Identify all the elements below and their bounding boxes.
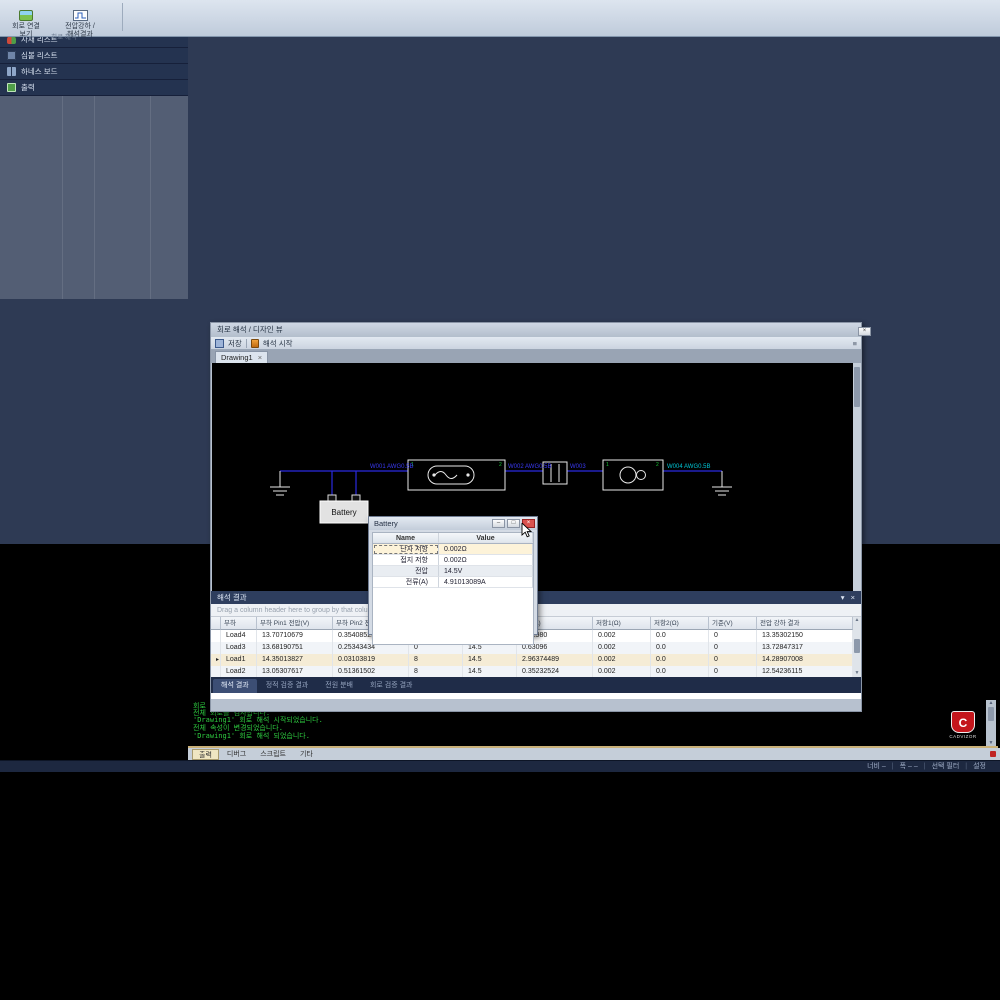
- circuit-view-icon: [19, 10, 33, 21]
- dialog-minimize-button[interactable]: –: [492, 519, 505, 528]
- ribbon: 회로 연결 보기 전압강하 / 해석결과 회로 해석: [0, 0, 1000, 37]
- battery-row-ground-resistance[interactable]: 접지 저항 0.002Ω: [373, 555, 533, 566]
- col-gutter: [211, 617, 221, 630]
- wire-label: W001 AWG0.5B: [370, 464, 413, 470]
- status-selection-filter[interactable]: 선택 필터: [932, 761, 960, 772]
- battery-terminal: [328, 495, 336, 501]
- tab-static-verification[interactable]: 정적 검증 결과: [258, 679, 317, 693]
- battery-label: Battery: [331, 508, 356, 517]
- ribbon-group-label: 회로 해석: [8, 31, 120, 41]
- col-reference[interactable]: 기준(V): [709, 617, 757, 630]
- battery-terminal: [352, 495, 360, 501]
- wire-label: W004 AWG0.5B: [667, 464, 710, 470]
- battery-dialog-titlebar[interactable]: Battery – □ ×: [369, 517, 537, 530]
- ground-symbol-right: [712, 471, 732, 495]
- tab-drawing1-label: Drawing1: [221, 353, 253, 362]
- document-toolbar: 저장 해석 시작 ≡: [211, 337, 861, 350]
- battery-row-voltage[interactable]: 전압 14.5V: [373, 566, 533, 577]
- sidebar-item-output[interactable]: 출력: [0, 80, 188, 96]
- battery-row-current[interactable]: 전류(A) 4.91013089A: [373, 577, 533, 588]
- battery-dialog: Battery – □ × Name Value 단자 저항 0.002Ω 접지…: [368, 516, 538, 635]
- cadvizor-logo-text: CADVIZOR: [944, 734, 982, 739]
- results-tabstrip: 해석 결과 정적 검증 결과 전원 분배 회로 검증 결과: [211, 677, 861, 693]
- statusbar: 너비 –| 폭 – –| 선택 필터| 설정: [0, 760, 1000, 772]
- tab-drawing1[interactable]: Drawing1 ×: [215, 351, 268, 363]
- tab-circuit-verification[interactable]: 회로 검증 결과: [362, 679, 421, 693]
- voltage-drop-button[interactable]: 전압강하 / 해석결과: [53, 2, 107, 31]
- pin-label: 1: [606, 462, 609, 468]
- row-marker-icon: ▸: [211, 654, 221, 666]
- sidebar-item-label: 심볼 리스트: [21, 48, 58, 64]
- pin-label: 2: [499, 462, 502, 468]
- wire-label: W002 AWG0.5B: [508, 464, 551, 470]
- run-analysis-icon: [251, 339, 259, 348]
- sidebar-item-label: 출력: [21, 80, 35, 96]
- col-name[interactable]: Name: [373, 533, 439, 543]
- ribbon-separator: [122, 3, 123, 31]
- lamp-component[interactable]: 1 2: [603, 460, 663, 490]
- battery-table-header: Name Value: [373, 533, 533, 544]
- sidebar-item-harness-board[interactable]: 하네스 보드: [0, 64, 188, 80]
- circuit-view-button[interactable]: 회로 연결 보기: [3, 2, 49, 31]
- document-titlebar[interactable]: 회로 해석 / 디자인 뷰 – □ ×: [211, 323, 861, 337]
- console-scrollbar[interactable]: ▲ ▼: [986, 700, 996, 746]
- cadvizor-logo: C CADVIZOR: [944, 711, 982, 746]
- battery-row-terminal-resistance[interactable]: 단자 저항 0.002Ω: [373, 544, 533, 555]
- console-tab-output[interactable]: 출력: [192, 749, 219, 760]
- console-line: 'Drawing1' 회로 해석 되었습니다.: [193, 731, 310, 741]
- output-nav-icon: [7, 83, 16, 92]
- fuse-component[interactable]: 1 2: [408, 460, 505, 490]
- save-icon: [215, 339, 224, 348]
- results-header-icons: ▾ ×: [841, 591, 855, 604]
- tab-close-icon[interactable]: ×: [258, 353, 262, 362]
- mouse-cursor: [521, 523, 533, 539]
- run-analysis-button[interactable]: 해석 시작: [263, 338, 293, 349]
- save-button[interactable]: 저장: [228, 338, 242, 349]
- tab-analysis-results[interactable]: 해석 결과: [213, 679, 257, 693]
- results-title: 해석 결과: [211, 593, 247, 602]
- notification-icon[interactable]: [990, 751, 996, 757]
- tab-power-distribution[interactable]: 전원 분배: [317, 679, 361, 693]
- result-row-load1-selected[interactable]: ▸ Load114.35013827 0.031038198 14.52.963…: [211, 654, 853, 666]
- battery-table-empty-area: [373, 588, 533, 644]
- console-tab-etc[interactable]: 기타: [294, 749, 319, 760]
- toolbar-overflow-icon[interactable]: ≡: [853, 339, 857, 348]
- pin-icon[interactable]: ▾: [841, 593, 845, 602]
- console-tabstrip: 출력 디버그 스크립트 기타: [188, 748, 1000, 760]
- status-height: 폭 – –: [900, 761, 918, 772]
- sidebar-item-symbol-list[interactable]: 심볼 리스트: [0, 48, 188, 64]
- ground-symbol-left: [270, 471, 290, 495]
- pin-label: 2: [656, 462, 659, 468]
- dialog-maximize-button[interactable]: □: [507, 519, 520, 528]
- document-tabstrip: Drawing1 ×: [211, 350, 861, 363]
- status-settings[interactable]: 설정: [973, 761, 986, 772]
- battery-property-table: Name Value 단자 저항 0.002Ω 접지 저항 0.002Ω 전압 …: [372, 532, 534, 645]
- wire-label: W003: [570, 464, 586, 470]
- symbol-list-icon: [7, 51, 16, 60]
- waveform-icon: [73, 10, 88, 21]
- results-scrollbar[interactable]: ▲ ▼: [853, 617, 861, 677]
- sidebar-item-label: 하네스 보드: [21, 64, 58, 80]
- col-resistance2[interactable]: 저항2(Ω): [651, 617, 709, 630]
- cadvizor-shield-icon: C: [951, 711, 975, 733]
- col-pin1-voltage[interactable]: 부하 Pin1 전압(V): [257, 617, 333, 630]
- document-title: 회로 해석 / 디자인 뷰: [211, 325, 283, 334]
- console-tab-debug[interactable]: 디버그: [221, 749, 252, 760]
- col-resistance1[interactable]: 저항1(Ω): [593, 617, 651, 630]
- col-voltage-drop[interactable]: 전압 강하 결과: [757, 617, 853, 630]
- canvas-scrollbar[interactable]: [853, 363, 861, 591]
- results-close-icon[interactable]: ×: [851, 593, 855, 602]
- doc-close-button[interactable]: ×: [858, 327, 871, 336]
- col-value[interactable]: Value: [439, 533, 533, 543]
- harness-board-icon: [7, 67, 16, 76]
- battery-dialog-title: Battery: [369, 519, 398, 528]
- status-width: 너비 –: [867, 761, 886, 772]
- console-tab-script[interactable]: 스크립트: [254, 749, 292, 760]
- col-load[interactable]: 부하: [221, 617, 257, 630]
